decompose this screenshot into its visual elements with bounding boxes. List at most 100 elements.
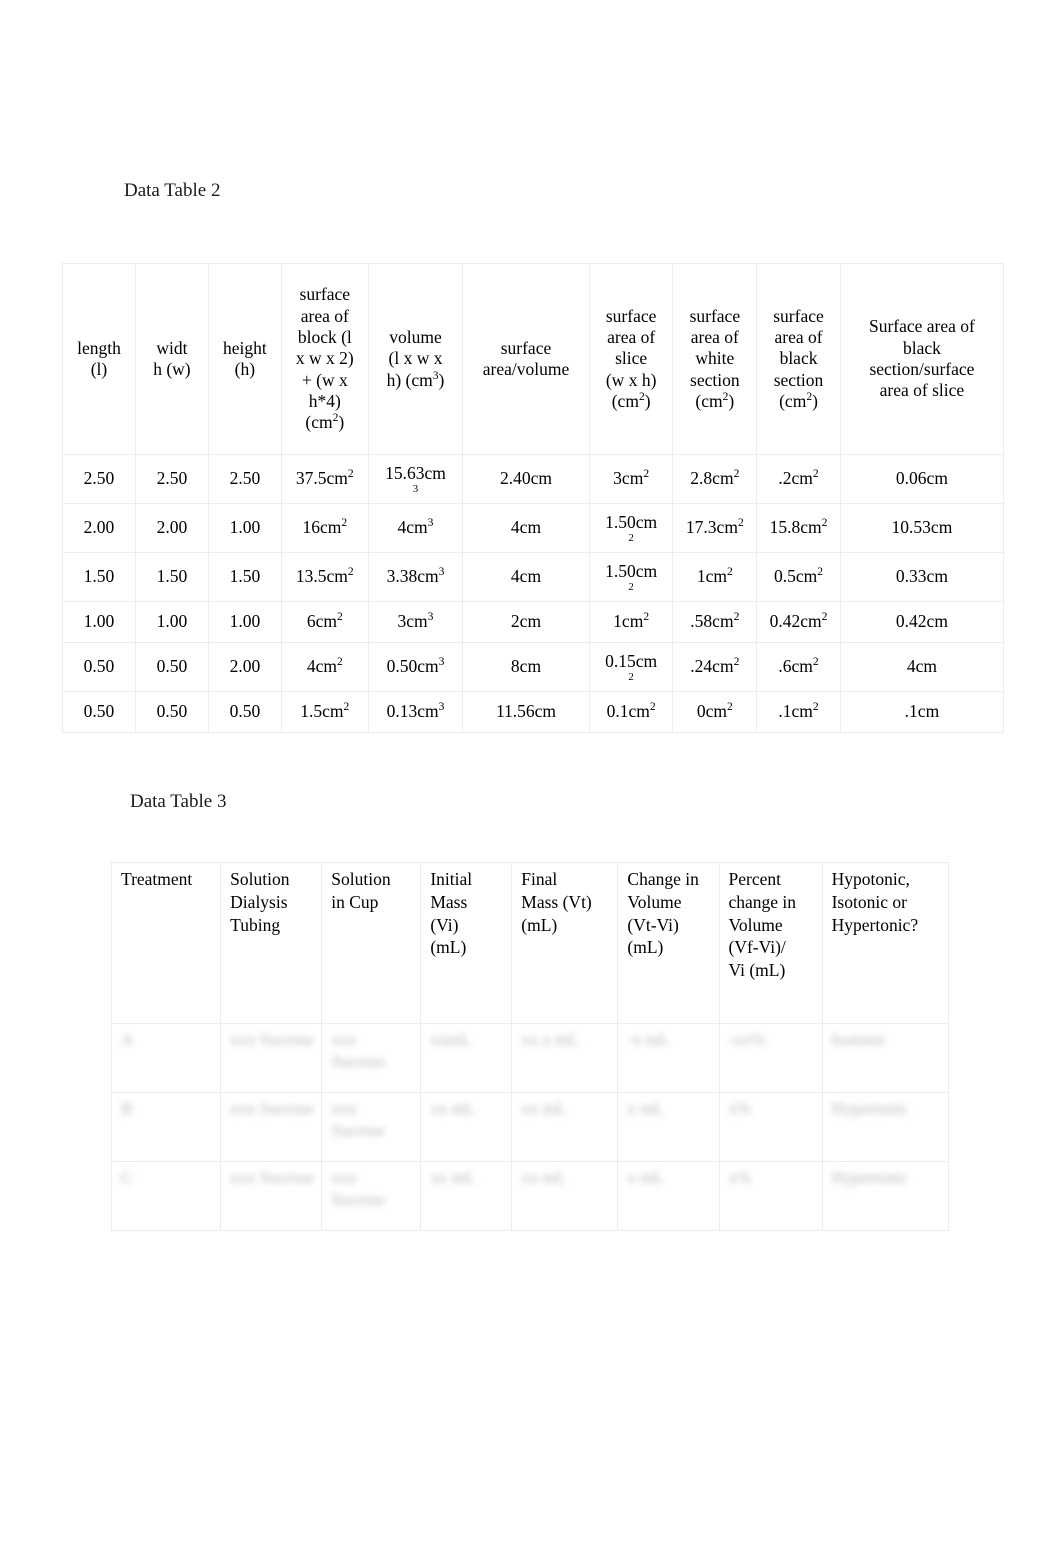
value-base: 0.50cm (386, 656, 439, 677)
cell-surface-area-block: 13.5cm2 (280, 552, 369, 602)
header-line: (cm2) (305, 412, 344, 432)
redacted-value: xxx Sucrose (230, 1099, 314, 1118)
value-base: .1cm (778, 701, 813, 722)
value-exponent: 3 (412, 483, 419, 496)
cell-surface-area-black-section: 0.5cm2 (756, 552, 841, 602)
header-line: (cm2) (695, 391, 734, 411)
header-line: Mass (Vt) (521, 891, 592, 912)
cell-treatment: C (110, 1161, 222, 1231)
value-base: 15.8cm (769, 517, 822, 538)
cell-volume: 15.63cm 3 (367, 454, 464, 504)
value-base: .6cm (778, 656, 813, 677)
header-line: (h) (234, 359, 256, 379)
table-header-row: Treatment Solution Dialysis Tubing Solut… (110, 862, 950, 1024)
cell-height: 0.50 (207, 691, 282, 733)
header-line: area of (300, 305, 349, 326)
redacted-value: x% (728, 1168, 752, 1187)
cell-change-volume: -x mL (617, 1023, 720, 1093)
value-base: 17.3cm (685, 517, 738, 538)
header-line: surface (500, 337, 552, 358)
value-exponent: 2 (628, 581, 634, 594)
cell-initial-mass: xx mL (420, 1092, 513, 1162)
header-line: surface (773, 305, 824, 326)
cell-solution-tubing: xxx Sucrose (220, 1092, 323, 1162)
table-row: 1.00 1.00 1.00 6cm2 3cm3 2cm 1cm2.58cm2 0.42cm2… (62, 601, 1005, 643)
value-base: 1cm (613, 611, 644, 632)
value-exponent: 2 (649, 701, 656, 714)
header-line: area of (690, 326, 739, 347)
redacted-value: -x mL (627, 1030, 670, 1049)
cell-volume: 3cm3 (367, 601, 464, 643)
redacted-value: xxx Sucrose (331, 1099, 386, 1141)
cell-change-volume: x mL (617, 1092, 720, 1162)
cell-width: 0.50 (134, 642, 209, 692)
value-exponent: 3 (427, 611, 434, 624)
column-header-surface-area-block: surface area of block (l x w x 2) + (w x… (280, 263, 369, 455)
data-table-3-body: Axxx Sucrose xxx Sucrose xxmL xx.x mL -x mL -… (110, 1023, 950, 1231)
value-base: .24cm (690, 656, 734, 677)
cell-surface-area-white-section: .58cm2 (672, 601, 758, 643)
cell-length: 1.50 (62, 552, 136, 602)
header-line: Change in (627, 869, 699, 889)
value-base: 3cm (613, 468, 644, 489)
cell-width: 2.50 (134, 454, 209, 504)
redacted-value: x% (728, 1099, 752, 1118)
cell-surface-area-block: 16cm2 (280, 503, 369, 553)
header-line: (mL) (430, 937, 467, 958)
redacted-value: xxx Sucrose (331, 1168, 386, 1210)
cell-treatment: B (110, 1092, 222, 1162)
cell-surface-area-slice: 1.50cm 2 (588, 503, 674, 553)
header-line: (l) (90, 359, 108, 379)
header-line: Volume (627, 891, 682, 912)
table-row: Bxxx Sucrose xxx Sucrose xx mL xx mL x mL x% H… (110, 1092, 950, 1162)
cell-surface-area-white-section: 0cm2 (672, 691, 758, 733)
value-exponent: 2 (733, 468, 740, 481)
value-exponent: 2 (821, 517, 828, 530)
cell-final-mass: xx.x mL (511, 1023, 619, 1093)
cell-width: 0.50 (134, 691, 209, 733)
header-line: area of (774, 326, 823, 347)
column-header-final-mass: Final Mass (Vt) (mL) (511, 862, 619, 1024)
cell-black-over-slice-ratio: 10.53cm (839, 503, 1005, 553)
cell-black-over-slice-ratio: 0.06cm (839, 454, 1005, 504)
cell-black-over-slice-ratio: .1cm (839, 691, 1005, 733)
cell-height: 2.50 (207, 454, 282, 504)
header-line: Surface area of (868, 316, 975, 337)
value-exponent: 3 (438, 701, 445, 714)
redacted-value: x mL (627, 1168, 664, 1187)
cell-volume: 3.38cm3 (367, 552, 464, 602)
cell-surface-area-block: 4cm2 (280, 642, 369, 692)
value-base: 0.15cm (605, 650, 658, 671)
cell-tonicity: Hypertonic (821, 1161, 950, 1231)
cell-solution-cup: xxx Sucrose (321, 1023, 422, 1093)
redacted-value: xxx Sucrose (230, 1030, 314, 1049)
data-table-2-title: Data Table 2 (124, 180, 221, 201)
column-header-solution-dialysis-tubing: Solution Dialysis Tubing (220, 862, 323, 1024)
header-line: Solution (331, 869, 391, 889)
header-line: change in (728, 891, 797, 912)
value-base: 0.1cm (606, 701, 650, 722)
table-row: 2.00 2.00 1.00 16cm2 4cm3 4cm 1.50cm 2 17.3cm2 15… (62, 503, 1005, 553)
data-table-3: Treatment Solution Dialysis Tubing Solut… (110, 862, 950, 1231)
redacted-value: Hypertonic (831, 1168, 909, 1187)
value-exponent: 2 (643, 468, 650, 481)
header-line: Treatment (121, 869, 193, 889)
header-line: black (902, 337, 941, 358)
unit-base: (cm (695, 391, 723, 412)
column-header-surface-area-slice: surface area of slice (w x h) (cm2) (588, 263, 674, 455)
value-base: 2.8cm (690, 468, 734, 489)
value-exponent: 2 (812, 701, 819, 714)
cell-volume: 0.50cm3 (367, 642, 464, 692)
redacted-value: xx mL (430, 1099, 476, 1118)
column-header-height: height (h) (207, 263, 282, 455)
header-line: (Vf-Vi)/ (728, 937, 786, 958)
value-base: .2cm (778, 468, 813, 489)
cell-surface-area-slice: 0.1cm2 (588, 691, 674, 733)
value-exponent: 2 (817, 566, 824, 579)
value-exponent: 3 (427, 517, 434, 530)
column-header-length: length (l) (62, 263, 136, 455)
redacted-value: xxx Sucrose (230, 1168, 314, 1187)
cell-surface-area-slice: 1.50cm 2 (588, 552, 674, 602)
value-base: 3cm (397, 611, 428, 632)
cell-black-over-slice-ratio: 0.42cm (839, 601, 1005, 643)
